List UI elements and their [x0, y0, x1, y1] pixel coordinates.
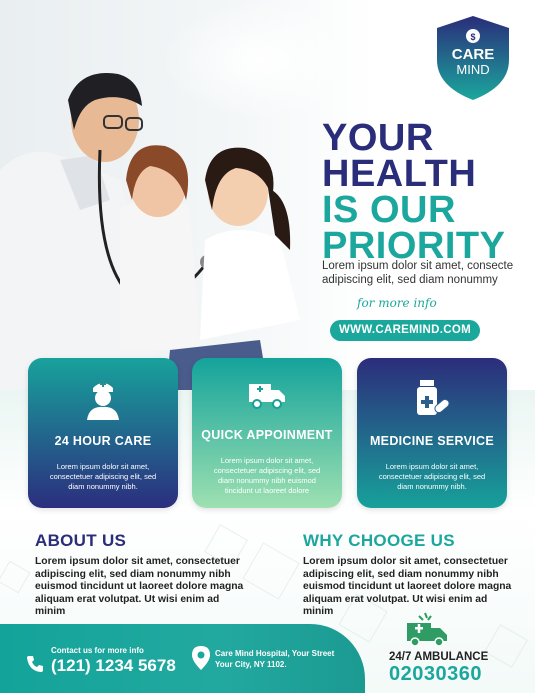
card-title: MEDICINE SERVICE: [369, 434, 495, 448]
contact-label: Contact us for more info: [51, 646, 144, 655]
why-title: WHY CHOOGE US: [303, 531, 455, 550]
ambulance-icon: [407, 612, 447, 647]
logo-text: CARE MIND: [433, 47, 513, 77]
about-body: Lorem ipsum dolor sit amet, consectetuer…: [35, 556, 244, 617]
footer-contact: Contact us for more info (121) 1234 5678…: [0, 624, 365, 693]
why-body: Lorem ipsum dolor sit amet, consectetuer…: [303, 556, 512, 617]
logo-line1: CARE: [451, 46, 495, 63]
card-quick-appoinment[interactable]: QUICK APPOINMENT Lorem ipsum dolor sit a…: [192, 358, 342, 508]
phone-number[interactable]: (121) 1234 5678: [51, 656, 176, 676]
headline: YOUR HEALTH IS OUR PRIORITY: [322, 117, 532, 265]
headline-line2: HEALTH: [322, 153, 477, 195]
svg-text:$: $: [470, 32, 475, 42]
ambulance-number[interactable]: 02030360: [389, 663, 482, 686]
about-title: ABOUT US: [35, 531, 127, 550]
location-pin-icon: [192, 646, 210, 670]
headline-line3: IS OUR: [322, 189, 456, 231]
medicine-icon: [417, 380, 450, 415]
card-body: Lorem ipsum dolor sit amet, consectetuer…: [49, 462, 157, 491]
phone-icon: [27, 656, 43, 672]
card-title: 24 HOUR CARE: [54, 434, 152, 448]
website-link[interactable]: WWW.CAREMIND.COM: [330, 320, 480, 341]
doctor-family-illustration: [0, 73, 300, 400]
ambulance-label: 24/7 AMBULANCE: [389, 651, 489, 663]
card-medicine-service[interactable]: MEDICINE SERVICE Lorem ipsum dolor sit a…: [357, 358, 507, 508]
ambulance-icon: [249, 384, 285, 409]
hero-description: Lorem ipsum dolor sit amet, consecte adi…: [322, 260, 514, 286]
headline-line1: YOUR: [322, 117, 434, 159]
more-info-label: for more info: [357, 296, 437, 310]
card-24-hour-care[interactable]: 24 HOUR CARE Lorem ipsum dolor sit amet,…: [28, 358, 178, 508]
address: Care Mind Hospital, Your Street Your Cit…: [215, 649, 335, 669]
card-body: Lorem ipsum dolor sit amet, consectetuer…: [378, 462, 486, 491]
card-title: QUICK APPOINMENT: [201, 428, 333, 442]
card-body: Lorem ipsum dolor sit amet, consectetuer…: [213, 456, 321, 495]
logo-line2: MIND: [456, 62, 490, 77]
nurse-icon: [87, 381, 119, 420]
